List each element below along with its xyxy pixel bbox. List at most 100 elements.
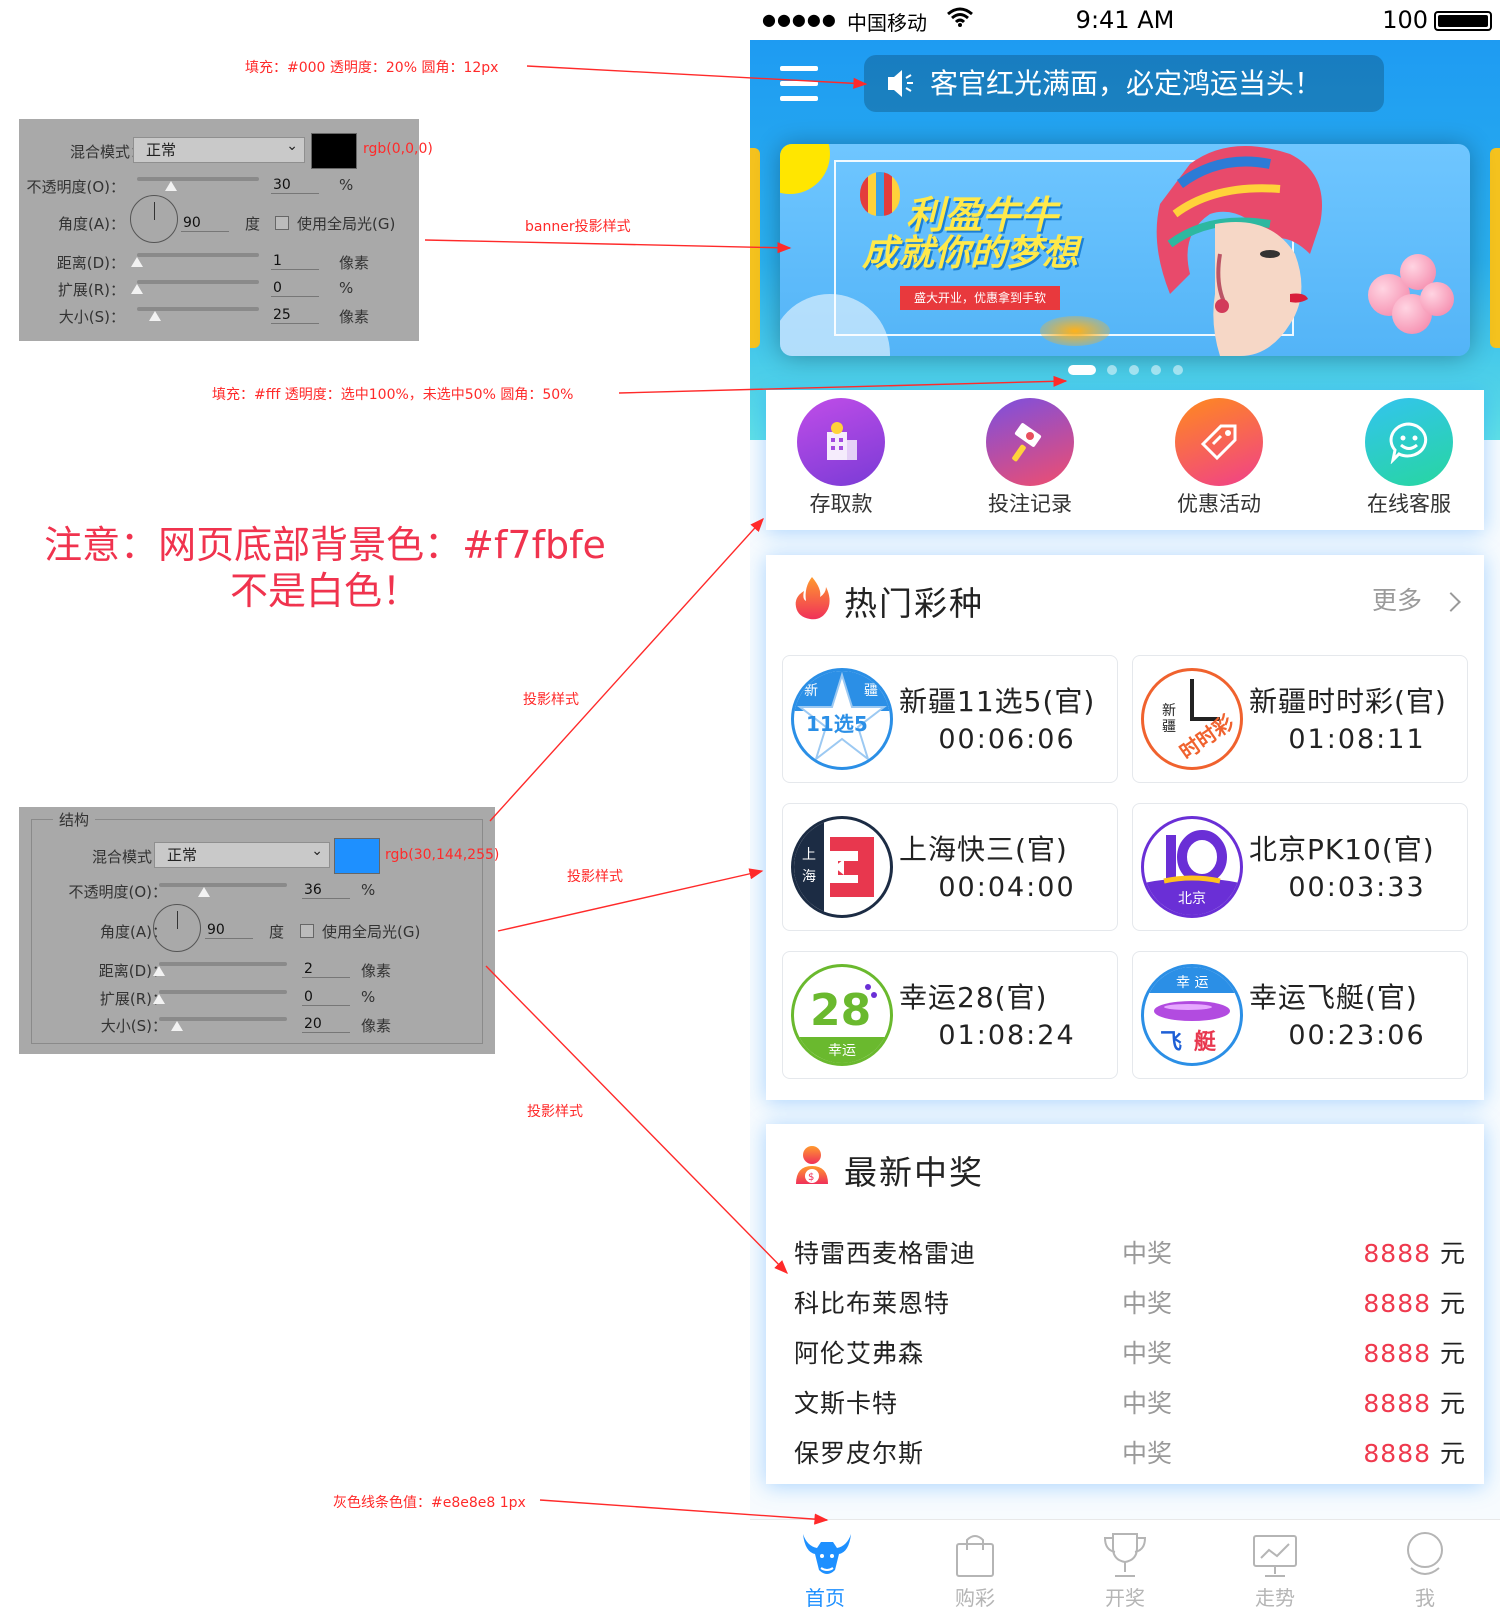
tab-home[interactable]: 首页 bbox=[750, 1520, 900, 1615]
quick-action-deposit[interactable]: 存取款 bbox=[766, 390, 916, 530]
spread-slider-thumb[interactable] bbox=[153, 994, 165, 1004]
xinjiang-11x5-logo: 新 疆 11选5 bbox=[791, 668, 893, 770]
bg-note-line2: 不是白色！ bbox=[229, 569, 420, 613]
notice-spec-annotation: 填充：#000 透明度：20% 圆角：12px bbox=[245, 60, 499, 76]
design-spec-canvas: 填充：#000 透明度：20% 圆角：12px 混合模式： 正常 rgb(0,0… bbox=[0, 0, 1500, 1615]
carousel-dot[interactable] bbox=[1151, 365, 1161, 375]
tab-label: 开奖 bbox=[1105, 1586, 1145, 1610]
distance-slider-thumb[interactable] bbox=[131, 257, 143, 267]
banner-decor bbox=[1040, 316, 1110, 346]
divider-spec-annotation: 灰色线条色值：#e8e8e8 1px bbox=[333, 1495, 526, 1511]
hero-header: 客官红光满面，必定鸿运当头！ 利盈牛牛 成就你的梦想 盛大开业，优惠拿到手软 bbox=[750, 40, 1500, 440]
tab-buy[interactable]: 购彩 bbox=[900, 1520, 1050, 1615]
spread-value[interactable]: 0 bbox=[271, 280, 319, 297]
structure-group-title: 结构 bbox=[53, 809, 96, 830]
blend-mode-select[interactable]: 正常 bbox=[154, 839, 330, 868]
winner-name: 文斯卡特 bbox=[794, 1389, 899, 1418]
svg-text:28: 28 bbox=[810, 985, 871, 1036]
distance-label: 距离(D)： bbox=[98, 962, 167, 980]
hamburger-menu-icon[interactable] bbox=[780, 66, 818, 102]
angle-value[interactable]: 90 bbox=[181, 215, 229, 232]
carousel-indicator bbox=[750, 362, 1500, 376]
angle-unit: 度 bbox=[245, 215, 261, 233]
winner-row: 阿伦艾弗森 中奖 8888 元 bbox=[794, 1334, 1466, 1374]
tab-draw-results[interactable]: 开奖 bbox=[1050, 1520, 1200, 1615]
game-countdown: 00:06:06 bbox=[938, 724, 1076, 755]
distance-slider[interactable] bbox=[159, 962, 287, 966]
blend-mode-label: 混合模式： bbox=[91, 848, 167, 866]
spread-slider-thumb[interactable] bbox=[131, 284, 143, 294]
spread-slider[interactable] bbox=[137, 280, 259, 284]
opacity-slider-thumb[interactable] bbox=[198, 887, 210, 897]
shadow-color-swatch[interactable] bbox=[311, 133, 357, 169]
spread-slider[interactable] bbox=[159, 990, 287, 994]
size-slider-thumb[interactable] bbox=[149, 311, 161, 321]
game-tile[interactable]: 新疆时时彩 新疆时时彩(官) 01:08:11 bbox=[1132, 655, 1468, 783]
next-slide-peek[interactable] bbox=[1490, 148, 1500, 348]
winner-name: 科比布莱恩特 bbox=[794, 1289, 951, 1318]
spread-value[interactable]: 0 bbox=[302, 989, 350, 1006]
game-name: 幸运飞艇(官) bbox=[1249, 981, 1418, 1014]
latest-winners-title: 最新中奖 bbox=[844, 1153, 984, 1192]
opacity-slider[interactable] bbox=[137, 177, 259, 181]
promo-banner[interactable]: 利盈牛牛 成就你的梦想 盛大开业，优惠拿到手软 bbox=[780, 144, 1470, 356]
carousel-dot[interactable] bbox=[1173, 365, 1183, 375]
prev-slide-peek[interactable] bbox=[750, 148, 760, 348]
chevron-right-icon bbox=[1441, 592, 1461, 612]
shadow-label-2: 投影样式 bbox=[567, 869, 623, 885]
game-tile[interactable]: 幸 运飞艇 幸运飞艇(官) 00:23:06 bbox=[1132, 951, 1468, 1079]
distance-value[interactable]: 1 bbox=[271, 253, 319, 270]
opacity-value[interactable]: 36 bbox=[302, 882, 350, 899]
size-value[interactable]: 20 bbox=[302, 1016, 350, 1033]
distance-value[interactable]: 2 bbox=[302, 961, 350, 978]
hot-air-balloon-icon bbox=[860, 172, 900, 216]
size-value[interactable]: 25 bbox=[271, 307, 319, 324]
spread-label: 扩展(R)： bbox=[57, 281, 125, 299]
notice-bar[interactable]: 客官红光满面，必定鸿运当头！ bbox=[864, 55, 1384, 112]
game-name: 上海快三(官) bbox=[899, 833, 1068, 866]
game-tile[interactable]: 北京 北京PK10(官) 00:03:33 bbox=[1132, 803, 1468, 931]
winner-status: 中奖 bbox=[1122, 1389, 1173, 1418]
winner-name: 特雷西麦格雷迪 bbox=[794, 1239, 977, 1268]
carousel-dot-active[interactable] bbox=[1068, 365, 1096, 375]
winner-status: 中奖 bbox=[1122, 1289, 1173, 1318]
game-tile[interactable]: 28 幸运 幸运28(官) 01:08:24 bbox=[782, 951, 1118, 1079]
more-link[interactable]: 更多 bbox=[1372, 581, 1461, 617]
angle-dial[interactable] bbox=[130, 195, 178, 243]
shadow-color-swatch[interactable] bbox=[334, 838, 380, 874]
opacity-value[interactable]: 30 bbox=[271, 177, 319, 194]
quick-action-bet-history[interactable]: 投注记录 bbox=[955, 390, 1105, 530]
blend-mode-label: 混合模式： bbox=[69, 143, 145, 161]
global-light-checkbox[interactable] bbox=[275, 216, 289, 230]
game-tile[interactable]: 新 疆 11选5 新疆11选5(官) 00:06:06 bbox=[782, 655, 1118, 783]
game-tile[interactable]: 上海 上海快三(官) 00:04:00 bbox=[782, 803, 1118, 931]
blend-mode-select[interactable]: 正常 bbox=[133, 134, 305, 163]
opacity-slider[interactable] bbox=[159, 883, 287, 887]
distance-slider[interactable] bbox=[137, 253, 259, 257]
size-label: 大小(S)： bbox=[58, 308, 125, 326]
tab-me[interactable]: 我 bbox=[1350, 1520, 1500, 1615]
winner-name: 保罗皮尔斯 bbox=[794, 1439, 925, 1468]
angle-dial[interactable] bbox=[153, 904, 201, 952]
angle-label: 角度(A)： bbox=[58, 215, 125, 233]
carousel-dot[interactable] bbox=[1129, 365, 1139, 375]
tab-trend[interactable]: 走势 bbox=[1200, 1520, 1350, 1615]
distance-slider-thumb[interactable] bbox=[153, 966, 165, 976]
size-unit: 像素 bbox=[339, 308, 370, 326]
opacity-slider-thumb[interactable] bbox=[165, 181, 177, 191]
carousel-dot[interactable] bbox=[1107, 365, 1117, 375]
quick-action-promotions[interactable]: 优惠活动 bbox=[1144, 390, 1294, 530]
quick-action-label: 在线客服 bbox=[1367, 492, 1451, 516]
battery-percent: 100 bbox=[1382, 6, 1428, 34]
winner-amount: 8888 元 bbox=[1363, 1239, 1466, 1268]
spread-label: 扩展(R)： bbox=[99, 990, 167, 1008]
banner-headline-2: 成就你的梦想 bbox=[862, 233, 1079, 274]
angle-value[interactable]: 90 bbox=[205, 922, 253, 939]
global-light-checkbox[interactable] bbox=[300, 924, 314, 938]
game-countdown: 01:08:24 bbox=[938, 1020, 1076, 1051]
svg-text:疆: 疆 bbox=[1162, 719, 1176, 735]
xinjiang-ssc-logo: 新疆时时彩 bbox=[1141, 668, 1243, 770]
size-slider-thumb[interactable] bbox=[171, 1021, 183, 1031]
quick-action-support[interactable]: 在线客服 bbox=[1334, 390, 1484, 530]
tab-label: 首页 bbox=[805, 1586, 845, 1610]
